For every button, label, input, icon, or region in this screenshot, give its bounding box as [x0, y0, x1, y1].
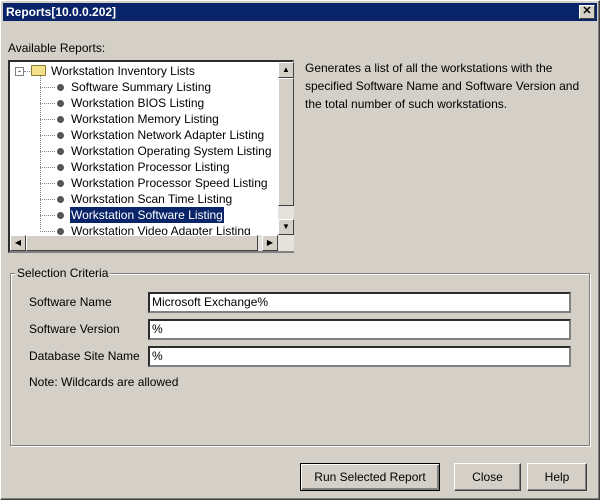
run-selected-report-button[interactable]: Run Selected Report — [300, 463, 440, 491]
bullet-icon — [57, 180, 64, 187]
help-button[interactable]: Help — [527, 463, 587, 491]
reports-tree[interactable]: - Workstation Inventory Lists Software S… — [8, 60, 294, 253]
tree-item[interactable]: Software Summary Listing — [10, 79, 278, 95]
tree-item[interactable]: Workstation BIOS Listing — [10, 95, 278, 111]
database-site-name-input[interactable]: % — [148, 346, 571, 367]
tree-item-label: Workstation Memory Listing — [71, 112, 219, 126]
tree-root[interactable]: Workstation Inventory Lists — [50, 63, 196, 79]
wildcard-note: Note: Wildcards are allowed — [29, 375, 179, 389]
bullet-icon — [57, 164, 64, 171]
tree-item[interactable]: Workstation Operating System Listing — [10, 143, 278, 159]
software-name-label: Software Name — [29, 295, 112, 309]
tree-item[interactable]: Workstation Network Adapter Listing — [10, 127, 278, 143]
folder-icon — [31, 65, 46, 76]
available-reports-label: Available Reports: — [8, 41, 106, 55]
tree-item-label: Workstation Processor Speed Listing — [71, 176, 268, 190]
title-bar: Reports[10.0.0.202] ✕ — [3, 3, 597, 21]
selection-criteria-title: Selection Criteria — [15, 266, 111, 280]
tree-item[interactable]: Workstation Processor Speed Listing — [10, 175, 278, 191]
tree-item-label: Workstation Processor Listing — [71, 160, 230, 174]
scroll-right-icon[interactable]: ▶ — [262, 235, 278, 251]
software-version-label: Software Version — [29, 322, 120, 336]
software-name-input[interactable]: Microsoft Exchange% — [148, 292, 571, 313]
bullet-icon — [57, 228, 64, 235]
tree-item[interactable]: Workstation Scan Time Listing — [10, 191, 278, 207]
vertical-scroll-thumb[interactable] — [278, 78, 294, 206]
close-icon: ✕ — [582, 5, 592, 17]
tree-item-label: Workstation BIOS Listing — [71, 96, 205, 110]
bullet-icon — [57, 116, 64, 123]
scroll-down-icon[interactable]: ▼ — [278, 219, 294, 235]
bullet-icon — [57, 196, 64, 203]
collapse-icon[interactable]: - — [15, 67, 24, 76]
scroll-left-icon[interactable]: ◀ — [10, 235, 26, 251]
scroll-up-icon[interactable]: ▲ — [278, 62, 294, 78]
window-title: Reports[10.0.0.202] — [6, 5, 117, 19]
report-description: Generates a list of all the workstations… — [305, 61, 580, 111]
bullet-icon — [57, 212, 64, 219]
tree-item-label: Software Summary Listing — [71, 80, 212, 94]
tree-item-label: Workstation Software Listing — [70, 207, 224, 223]
tree-item[interactable]: Workstation Software Listing — [10, 207, 278, 223]
horizontal-scroll-thumb[interactable] — [26, 235, 258, 251]
close-window-button[interactable]: ✕ — [579, 5, 595, 19]
bullet-icon — [57, 148, 64, 155]
bullet-icon — [57, 100, 64, 107]
tree-item[interactable]: Workstation Memory Listing — [10, 111, 278, 127]
software-version-input[interactable]: % — [148, 319, 571, 340]
horizontal-scrollbar[interactable]: ◀ ▶ — [10, 235, 294, 251]
vertical-scrollbar[interactable]: ▲ ▼ — [278, 62, 294, 235]
tree-item-label: Workstation Scan Time Listing — [71, 192, 233, 206]
close-button[interactable]: Close — [454, 463, 521, 491]
tree-item-label: Workstation Operating System Listing — [71, 144, 272, 158]
database-site-name-label: Database Site Name — [29, 349, 140, 363]
tree-item[interactable]: Workstation Processor Listing — [10, 159, 278, 175]
bullet-icon — [57, 84, 64, 91]
bullet-icon — [57, 132, 64, 139]
tree-item-label: Workstation Network Adapter Listing — [71, 128, 265, 142]
